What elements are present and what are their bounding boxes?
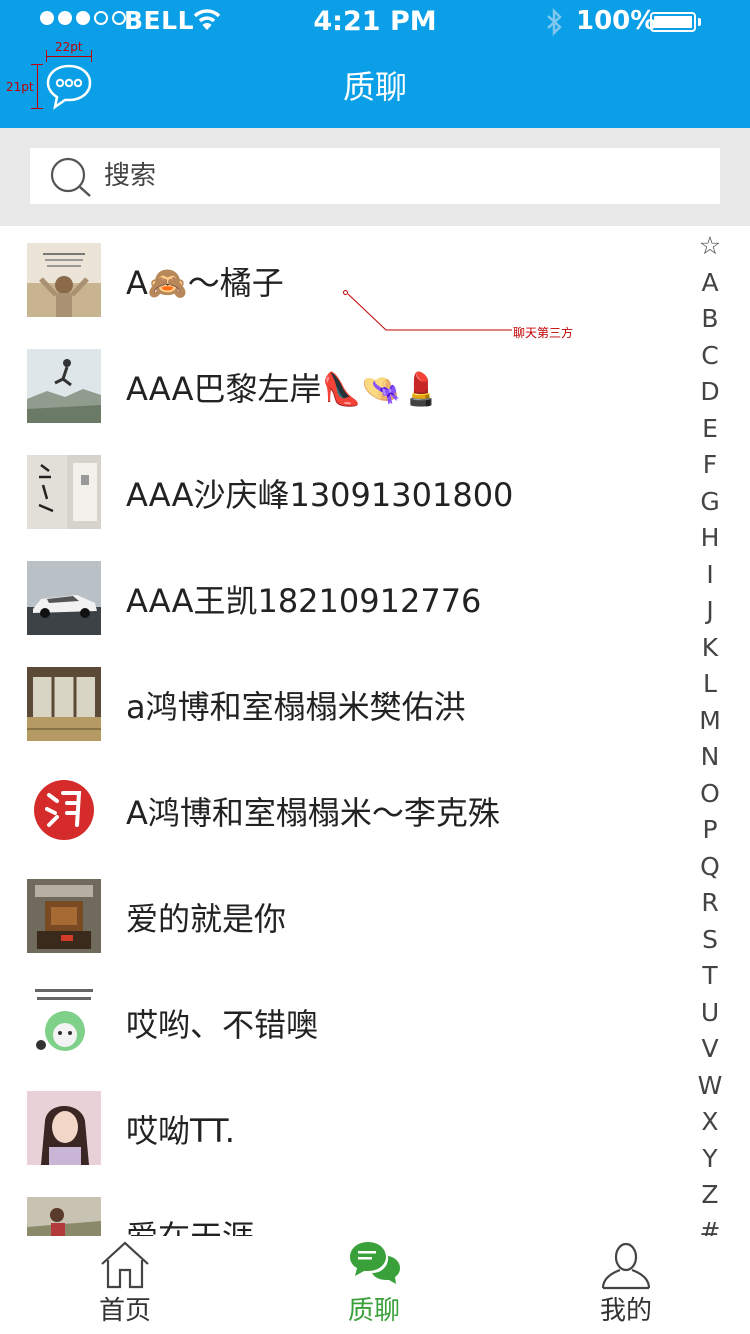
contact-row[interactable]: 哎呦TT. bbox=[0, 1074, 690, 1180]
contact-avatar bbox=[27, 773, 101, 847]
index-letter[interactable]: A bbox=[690, 265, 730, 302]
index-letter[interactable]: L bbox=[690, 666, 730, 703]
chat-menu-button[interactable] bbox=[44, 62, 94, 110]
index-letter[interactable]: O bbox=[690, 776, 730, 813]
contact-avatar bbox=[27, 985, 101, 1059]
search-bar bbox=[0, 128, 750, 226]
height-annotation-line bbox=[37, 64, 38, 108]
contact-row[interactable]: A🙈～橘子 bbox=[0, 226, 690, 332]
callout-annotation: 聊天第三方 bbox=[513, 326, 574, 340]
index-letter[interactable]: B bbox=[690, 301, 730, 338]
contact-row[interactable]: AAA巴黎左岸👠👒💄 bbox=[0, 332, 690, 438]
index-letter[interactable]: J bbox=[690, 593, 730, 630]
index-letter[interactable]: T bbox=[690, 958, 730, 995]
page-title: 质聊 bbox=[342, 68, 407, 106]
search-icon bbox=[50, 157, 91, 197]
contact-row[interactable]: 爱的就是你 bbox=[0, 862, 690, 968]
index-letter[interactable]: M bbox=[690, 703, 730, 740]
contact-avatar bbox=[27, 667, 101, 741]
index-letter[interactable]: I bbox=[690, 557, 730, 594]
contact-name: a鸿博和室榻榻米樊佑洪 bbox=[126, 688, 466, 726]
status-bar: BELL 4:21 PM 100% bbox=[0, 0, 750, 44]
bluetooth-icon bbox=[547, 8, 562, 36]
header-bar: BELL 4:21 PM 100% 质聊 22pt 21pt bbox=[0, 0, 750, 128]
home-icon bbox=[101, 1241, 149, 1289]
index-letter[interactable]: C bbox=[690, 338, 730, 375]
contact-row[interactable]: 哎哟、不错噢 bbox=[0, 968, 690, 1074]
tab-profile[interactable]: 我的 bbox=[551, 1236, 701, 1334]
contact-name: A🙈～橘子 bbox=[126, 264, 284, 302]
contact-name: 爱在天涯 bbox=[126, 1212, 254, 1236]
contact-name: 哎哟、不错噢 bbox=[126, 1006, 319, 1044]
index-letter[interactable]: P bbox=[690, 812, 730, 849]
contact-name: AAA沙庆峰13091301800 bbox=[126, 476, 514, 514]
battery-percentage: 100% bbox=[576, 6, 657, 36]
width-annotation-tick-right bbox=[91, 50, 92, 62]
contact-name: 哎呦TT. bbox=[126, 1112, 235, 1150]
width-annotation-line bbox=[46, 56, 92, 57]
contact-name: AAA巴黎左岸👠👒💄 bbox=[126, 370, 441, 408]
chat-bubble-dots-icon bbox=[46, 64, 92, 110]
contact-avatar bbox=[27, 455, 101, 529]
index-letter[interactable]: N bbox=[690, 739, 730, 776]
contact-row[interactable]: A鸿博和室榻榻米～李克殊 bbox=[0, 756, 690, 862]
profile-icon bbox=[601, 1242, 651, 1290]
contact-avatar bbox=[27, 243, 101, 317]
height-annotation: 21pt bbox=[6, 80, 34, 94]
battery-cap bbox=[698, 18, 701, 26]
index-letter[interactable]: G bbox=[690, 484, 730, 521]
contact-row[interactable]: AAA沙庆峰13091301800 bbox=[0, 438, 690, 544]
index-letter[interactable]: V bbox=[690, 1031, 730, 1068]
index-letter[interactable]: X bbox=[690, 1104, 730, 1141]
index-letter[interactable]: Y bbox=[690, 1141, 730, 1178]
search-box[interactable] bbox=[30, 148, 720, 204]
alphabet-index[interactable]: ☆ A B C D E F G H I J K L M N O P Q R S T U V W X Y Z # bbox=[690, 228, 730, 1250]
battery-icon bbox=[650, 12, 696, 32]
index-letter[interactable]: W bbox=[690, 1068, 730, 1105]
index-letter[interactable]: Q bbox=[690, 849, 730, 886]
index-letter[interactable]: F bbox=[690, 447, 730, 484]
contact-row[interactable]: AAA王凯18210912776 bbox=[0, 544, 690, 650]
search-input[interactable] bbox=[104, 156, 704, 196]
index-letter[interactable]: Z bbox=[690, 1177, 730, 1214]
tab-chat[interactable]: 质聊 bbox=[299, 1236, 449, 1334]
contact-avatar bbox=[27, 1197, 101, 1236]
width-annotation: 22pt bbox=[55, 40, 83, 54]
index-letter[interactable]: U bbox=[690, 995, 730, 1032]
tab-chat-label: 质聊 bbox=[347, 1296, 400, 1326]
tab-bar: 首页 质聊 我的 bbox=[0, 1236, 750, 1334]
tab-profile-label: 我的 bbox=[599, 1296, 652, 1326]
height-annotation-tick-bottom bbox=[31, 108, 43, 109]
contact-row[interactable]: 爱在天涯 bbox=[0, 1180, 690, 1236]
index-letter[interactable]: S bbox=[690, 922, 730, 959]
index-letter[interactable]: D bbox=[690, 374, 730, 411]
index-letter[interactable]: H bbox=[690, 520, 730, 557]
tab-home[interactable]: 首页 bbox=[50, 1236, 200, 1334]
callout-line bbox=[347, 293, 512, 331]
contact-name: A鸿博和室榻榻米～李克殊 bbox=[126, 794, 500, 832]
contact-name: 爱的就是你 bbox=[126, 900, 287, 938]
height-annotation-tick-top bbox=[31, 64, 43, 65]
chat-bubbles-icon bbox=[350, 1242, 400, 1284]
contact-row[interactable]: a鸿博和室榻榻米樊佑洪 bbox=[0, 650, 690, 756]
index-letter[interactable]: ☆ bbox=[690, 228, 730, 265]
contact-avatar bbox=[27, 1091, 101, 1165]
contact-avatar bbox=[27, 349, 101, 423]
contact-list: A🙈～橘子 AAA巴黎左岸👠👒💄 AAA沙庆峰13091301800 AAA王凯… bbox=[0, 226, 690, 1236]
width-annotation-tick-left bbox=[46, 50, 47, 62]
index-letter[interactable]: R bbox=[690, 885, 730, 922]
tab-home-label: 首页 bbox=[98, 1296, 151, 1326]
contact-avatar bbox=[27, 561, 101, 635]
index-letter[interactable]: K bbox=[690, 630, 730, 667]
index-letter[interactable]: E bbox=[690, 411, 730, 448]
contact-avatar bbox=[27, 879, 101, 953]
contact-name: AAA王凯18210912776 bbox=[126, 582, 482, 620]
